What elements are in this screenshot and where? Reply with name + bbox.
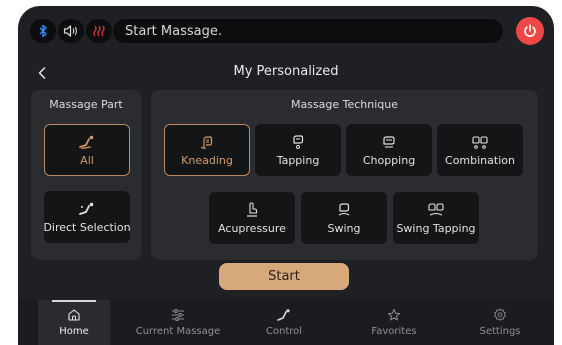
nav-item-home[interactable]: Home xyxy=(38,300,110,345)
active-indicator xyxy=(52,300,96,302)
volume-button[interactable] xyxy=(58,19,84,43)
kneading-hand-icon xyxy=(200,135,213,149)
technique-option-swing[interactable]: Swing xyxy=(301,192,387,244)
nav-label: Home xyxy=(59,326,89,337)
tapping-hand-icon xyxy=(293,134,304,149)
heat-icon xyxy=(93,25,105,37)
home-icon xyxy=(68,309,80,321)
massage-technique-panel: Massage Technique Kneading Tapping Chopp… xyxy=(151,90,538,260)
swing-hand-icon xyxy=(338,202,350,215)
nav-label: Favorites xyxy=(371,326,417,337)
gear-icon xyxy=(494,308,506,321)
bottom-nav: Home Current Massage Control Favorites S… xyxy=(18,300,554,345)
technique-option-label: Acupressure xyxy=(218,221,286,235)
start-button[interactable]: Start xyxy=(219,263,349,290)
combination-hand-icon xyxy=(472,135,488,149)
technique-option-swing-tapping[interactable]: Swing Tapping xyxy=(393,192,479,244)
part-option-direct-selection[interactable]: Direct Selection xyxy=(43,191,131,243)
status-message-text: Start Massage. xyxy=(125,23,222,39)
massage-part-title: Massage Part xyxy=(49,98,123,111)
speaker-icon xyxy=(63,25,77,37)
bluetooth-icon xyxy=(39,24,47,38)
part-option-label: Direct Selection xyxy=(43,220,131,234)
technique-option-acupressure[interactable]: Acupressure xyxy=(209,192,295,244)
direct-selection-icon xyxy=(79,202,94,215)
nav-item-settings[interactable]: Settings xyxy=(464,300,536,345)
technique-option-label: Tapping xyxy=(276,153,320,167)
massage-part-panel: Massage Part All Direct Selection xyxy=(31,90,141,260)
technique-option-chopping[interactable]: Chopping xyxy=(346,124,432,176)
nav-label: Settings xyxy=(479,326,521,337)
technique-option-kneading[interactable]: Kneading xyxy=(164,124,250,176)
star-icon xyxy=(388,309,400,321)
power-button[interactable] xyxy=(516,17,544,45)
page-title: My Personalized xyxy=(233,64,339,79)
status-message: Start Massage. xyxy=(113,19,503,43)
technique-option-label: Combination xyxy=(445,153,515,167)
swing-tapping-hand-icon xyxy=(428,202,444,215)
massage-chair-screen: Start Massage. My Personalized Massage P… xyxy=(18,6,554,345)
nav-item-favorites[interactable]: Favorites xyxy=(358,300,430,345)
technique-option-combination[interactable]: Combination xyxy=(437,124,523,176)
page-header: My Personalized xyxy=(18,62,554,84)
massage-technique-title: Massage Technique xyxy=(290,98,399,111)
technique-option-label: Kneading xyxy=(181,153,233,167)
sliders-icon xyxy=(172,309,184,321)
control-icon xyxy=(277,309,290,321)
nav-label: Current Massage xyxy=(135,326,221,337)
technique-option-label: Chopping xyxy=(362,153,416,167)
technique-option-label: Swing xyxy=(327,221,361,235)
nav-item-current-massage[interactable]: Current Massage xyxy=(128,300,228,345)
status-bar: Start Massage. xyxy=(26,15,548,45)
technique-option-tapping[interactable]: Tapping xyxy=(255,124,341,176)
technique-option-label: Swing Tapping xyxy=(396,221,476,235)
acupressure-hand-icon xyxy=(247,201,258,217)
all-body-icon xyxy=(79,135,94,149)
bluetooth-button[interactable] xyxy=(30,19,56,43)
part-option-all[interactable]: All xyxy=(44,124,130,176)
chopping-hand-icon xyxy=(383,135,395,148)
power-icon xyxy=(524,24,536,37)
part-option-label: All xyxy=(80,153,94,167)
nav-item-control[interactable]: Control xyxy=(248,300,320,345)
heat-button[interactable] xyxy=(86,19,112,43)
nav-label: Control xyxy=(265,326,303,337)
